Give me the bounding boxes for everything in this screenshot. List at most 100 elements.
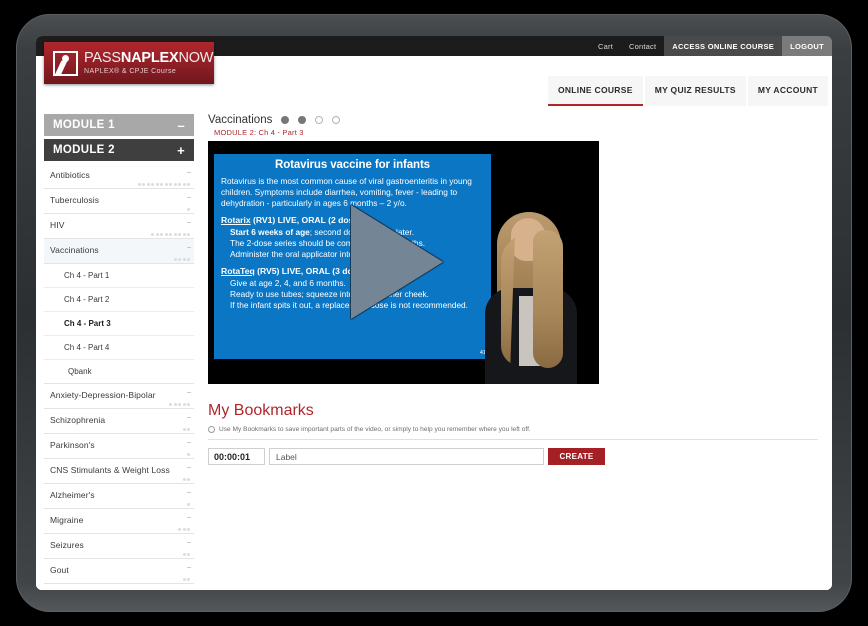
bookmarks-note-text: Use My Bookmarks to save important parts… [219,426,531,433]
breadcrumb: MODULE 2: Ch 4 - Part 3 [214,128,818,137]
bookmarks-note: Use My Bookmarks to save important parts… [208,426,818,440]
topic-collapse-icon[interactable]: – [187,489,191,496]
sidebar-topic-list: Antibiotics–Tuberculosis–HIV–Vaccination… [44,164,194,590]
bookmarks-section: My Bookmarks Use My Bookmarks to save im… [208,402,818,465]
site-logo[interactable]: PASSNAPLEXNOW NAPLEX® & CPJE Course [44,42,214,84]
logo-mark-icon [53,51,78,76]
tablet-frame: Cart Contact ACCESS ONLINE COURSE LOGOUT… [16,14,852,612]
main-navigation: ONLINE COURSE MY QUIZ RESULTS MY ACCOUNT [546,76,828,106]
topic-collapse-icon[interactable]: – [187,169,191,176]
topic-label: Anxiety-Depression-Bipolar [50,390,180,400]
sidebar-topic-schizophrenia[interactable]: Schizophrenia– [44,409,194,434]
topic-collapse-icon[interactable]: – [187,414,191,421]
topbar-link-contact[interactable]: Contact [621,36,664,56]
video-header: Vaccinations [208,114,818,126]
video-progress-dots[interactable] [281,116,340,124]
sidebar-subitem-part-1[interactable]: Ch 4 - Part 1 [44,264,194,288]
topic-progress-dots [183,578,191,581]
slide-drug1-line1-bold: Start 6 weeks of age [230,227,310,237]
bookmarks-heading: My Bookmarks [208,402,818,420]
module-header-1[interactable]: MODULE 1 – [44,114,194,136]
topic-progress-dots [169,403,190,406]
topic-progress-dots [187,208,190,211]
topbar-button-logout[interactable]: LOGOUT [782,36,832,56]
sidebar-subitem-part-2[interactable]: Ch 4 - Part 2 [44,288,194,312]
progress-dot-4[interactable] [332,116,340,124]
bookmark-label-input[interactable] [269,448,544,465]
topic-label: Seizures [50,540,180,550]
video-player[interactable]: Rotavirus vaccine for infants Rotavirus … [208,141,599,384]
module-1-label: MODULE 1 [53,119,115,131]
topic-label: Antibiotics [50,170,180,180]
main-column: Vaccinations MODULE 2: Ch 4 - Part 3 Rot… [200,106,832,590]
sidebar-topic-antibiotics[interactable]: Antibiotics– [44,164,194,189]
module-2-expand-icon[interactable]: + [177,143,185,158]
progress-dot-1[interactable] [281,116,289,124]
sidebar-topic-anxiety-depression-bipolar[interactable]: Anxiety-Depression-Bipolar– [44,384,194,409]
topic-progress-dots [183,428,191,431]
bookmark-time-input[interactable] [208,448,265,465]
topic-label: Parkinson's [50,440,180,450]
topic-progress-dots [187,453,190,456]
topic-label: HIV [50,220,180,230]
logo-title-naplex: NAPLEX [121,50,179,66]
topic-collapse-icon[interactable]: – [187,464,191,471]
instructor-hair-right [533,230,563,368]
create-bookmark-button[interactable]: CREATE [548,448,605,465]
sidebar-topic-alzheimer-s[interactable]: Alzheimer's– [44,484,194,509]
progress-dot-2[interactable] [298,116,306,124]
slide-drug2-name: RotaTeq [221,266,255,276]
topic-collapse-icon[interactable]: – [187,564,191,571]
sidebar-subitem-qbank[interactable]: Qbank [44,360,194,384]
sidebar-topic-vaccinations[interactable]: Vaccinations– [44,239,194,264]
topic-collapse-icon[interactable]: – [187,194,191,201]
sidebar-topic-gout[interactable]: Gout– [44,559,194,584]
utility-links: Cart Contact ACCESS ONLINE COURSE LOGOUT [590,36,832,56]
topic-collapse-icon[interactable]: – [187,219,191,226]
sidebar-topic-tuberculosis[interactable]: Tuberculosis– [44,189,194,214]
topic-progress-dots [183,478,191,481]
nav-tab-online-course[interactable]: ONLINE COURSE [548,76,643,106]
topic-progress-dots [151,233,190,236]
course-sidebar: MODULE 1 – MODULE 2 + Antibiotics–Tuberc… [36,106,200,590]
topic-label: Schizophrenia [50,415,180,425]
topic-collapse-icon[interactable]: – [187,589,191,590]
sidebar-topic-cns-stimulants-weight-loss[interactable]: CNS Stimulants & Weight Loss– [44,459,194,484]
topic-label: CNS Stimulants & Weight Loss [50,465,180,475]
topbar-button-access-online-course[interactable]: ACCESS ONLINE COURSE [664,36,782,56]
slide-drug1-detail: (RV1) LIVE, ORAL (2 doses) [251,215,366,225]
logo-tagline: NAPLEX® & CPJE Course [84,68,213,75]
site-header: PASSNAPLEXNOW NAPLEX® & CPJE Course ONLI… [36,56,832,106]
progress-dot-3[interactable] [315,116,323,124]
logo-title: PASSNAPLEXNOW [84,51,213,66]
page-content: MODULE 1 – MODULE 2 + Antibiotics–Tuberc… [36,106,832,590]
play-button-icon[interactable] [351,205,443,319]
video-title: Vaccinations [208,114,272,126]
sidebar-subitem-part-3[interactable]: Ch 4 - Part 3 [44,312,194,336]
nav-tab-my-account[interactable]: MY ACCOUNT [748,76,828,106]
topic-progress-dots [187,503,190,506]
instructor-figure [479,204,587,384]
topic-label: Alzheimer's [50,490,180,500]
topic-progress-dots [174,258,191,261]
topic-progress-dots [183,553,191,556]
nav-tab-my-quiz-results[interactable]: MY QUIZ RESULTS [645,76,746,106]
slide-heading: Rotavirus vaccine for infants [221,159,484,171]
sidebar-topic-seizures[interactable]: Seizures– [44,534,194,559]
sidebar-topic-hiv[interactable]: HIV– [44,214,194,239]
topic-collapse-icon[interactable]: – [187,539,191,546]
topic-collapse-icon[interactable]: – [187,244,191,251]
sidebar-topic-iv-compatibilities[interactable]: IV Compatibilities– [44,584,194,590]
module-header-2[interactable]: MODULE 2 + [44,139,194,161]
topbar-link-cart[interactable]: Cart [590,36,621,56]
topic-collapse-icon[interactable]: – [187,389,191,396]
topic-progress-dots [138,183,191,186]
sidebar-subitem-part-4[interactable]: Ch 4 - Part 4 [44,336,194,360]
module-1-collapse-icon[interactable]: – [177,118,185,133]
topic-label: Vaccinations [50,245,180,255]
topic-collapse-icon[interactable]: – [187,514,191,521]
topic-label: Tuberculosis [50,195,180,205]
sidebar-topic-parkinson-s[interactable]: Parkinson's– [44,434,194,459]
topic-collapse-icon[interactable]: – [187,439,191,446]
sidebar-topic-migraine[interactable]: Migraine– [44,509,194,534]
